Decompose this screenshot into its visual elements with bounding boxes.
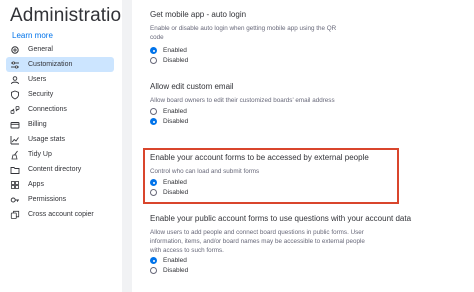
sidebar-item-permissions[interactable]: Permissions (6, 192, 114, 207)
gear-icon (8, 43, 22, 57)
radio-enabled[interactable]: Enabled (150, 46, 450, 55)
sidebar-item-general[interactable]: General (6, 42, 114, 57)
shield-icon (8, 88, 22, 102)
highlight-box (143, 148, 399, 204)
page-title: Administration (10, 5, 132, 26)
sidebar-item-label: Permissions (28, 196, 67, 203)
sidebar-nav: General Customization Users Security Con… (6, 42, 114, 222)
sidebar-item-security[interactable]: Security (6, 87, 114, 102)
radio-enabled[interactable]: Enabled (150, 256, 450, 265)
setting-edit-custom-email: Allow edit custom email Allow board owne… (150, 82, 450, 126)
broom-icon (8, 148, 22, 162)
sidebar-item-label: Connections (28, 106, 67, 113)
radio-button[interactable] (150, 57, 157, 64)
setting-description: Allow board owners to edit their customi… (150, 97, 335, 104)
sidebar-item-label: Users (28, 76, 47, 83)
copy-icon (8, 208, 22, 222)
learn-more-link[interactable]: Learn more (12, 31, 53, 40)
setting-title: Allow edit custom email (150, 82, 234, 91)
chart-icon (8, 133, 22, 147)
radio-label: Disabled (163, 118, 189, 125)
sidebar-item-label: Apps (28, 181, 44, 188)
radio-button-checked[interactable] (150, 47, 157, 54)
sidebar-item-label: Security (28, 91, 54, 98)
sidebar-item-label: Billing (28, 121, 47, 128)
sidebar-item-tidy-up[interactable]: Tidy Up (6, 147, 114, 162)
sidebar-item-label: Tidy Up (28, 151, 52, 158)
sidebar-item-content-directory[interactable]: Content directory (6, 162, 114, 177)
folder-icon (8, 163, 22, 177)
sidebar-item-billing[interactable]: Billing (6, 117, 114, 132)
radio-label: Enabled (163, 257, 187, 264)
setting-description: Allow users to add people and connect bo… (150, 229, 365, 254)
key-icon (8, 193, 22, 207)
radio-label: Disabled (163, 267, 189, 274)
setting-public-forms-account-data: Enable your public account forms to use … (150, 214, 450, 275)
card-icon (8, 118, 22, 132)
settings-content: Get mobile app - auto login Enable or di… (132, 0, 474, 292)
radio-label: Enabled (163, 108, 187, 115)
radio-button-checked[interactable] (150, 118, 157, 125)
radio-button-checked[interactable] (150, 257, 157, 264)
radio-label: Disabled (163, 57, 189, 64)
sidebar-divider (122, 0, 132, 292)
radio-disabled[interactable]: Disabled (150, 266, 450, 275)
sidebar-item-users[interactable]: Users (6, 72, 114, 87)
sidebar-item-label: Customization (28, 61, 73, 68)
radio-button[interactable] (150, 108, 157, 115)
sidebar-item-customization[interactable]: Customization (6, 57, 114, 72)
sliders-icon (8, 58, 22, 72)
sidebar-item-label: General (28, 46, 53, 53)
sidebar-item-cross-account-copier[interactable]: Cross account copier (6, 207, 114, 222)
connections-icon (8, 103, 22, 117)
setting-description: Enable or disable auto login when gettin… (150, 25, 337, 41)
radio-enabled[interactable]: Enabled (150, 107, 450, 116)
sidebar: Administration Learn more General Custom… (0, 0, 132, 292)
radio-button[interactable] (150, 267, 157, 274)
sidebar-item-label: Content directory (28, 166, 82, 173)
setting-title: Get mobile app - auto login (150, 10, 247, 19)
sidebar-item-label: Cross account copier (28, 211, 94, 218)
sidebar-item-usage-stats[interactable]: Usage stats (6, 132, 114, 147)
sidebar-item-connections[interactable]: Connections (6, 102, 114, 117)
sidebar-item-apps[interactable]: Apps (6, 177, 114, 192)
radio-label: Enabled (163, 47, 187, 54)
sidebar-item-label: Usage stats (28, 136, 65, 143)
radio-disabled[interactable]: Disabled (150, 117, 450, 126)
users-icon (8, 73, 22, 87)
setting-title: Enable your public account forms to use … (150, 214, 412, 223)
radio-disabled[interactable]: Disabled (150, 56, 450, 65)
apps-icon (8, 178, 22, 192)
setting-mobile-auto-login: Get mobile app - auto login Enable or di… (150, 10, 450, 65)
